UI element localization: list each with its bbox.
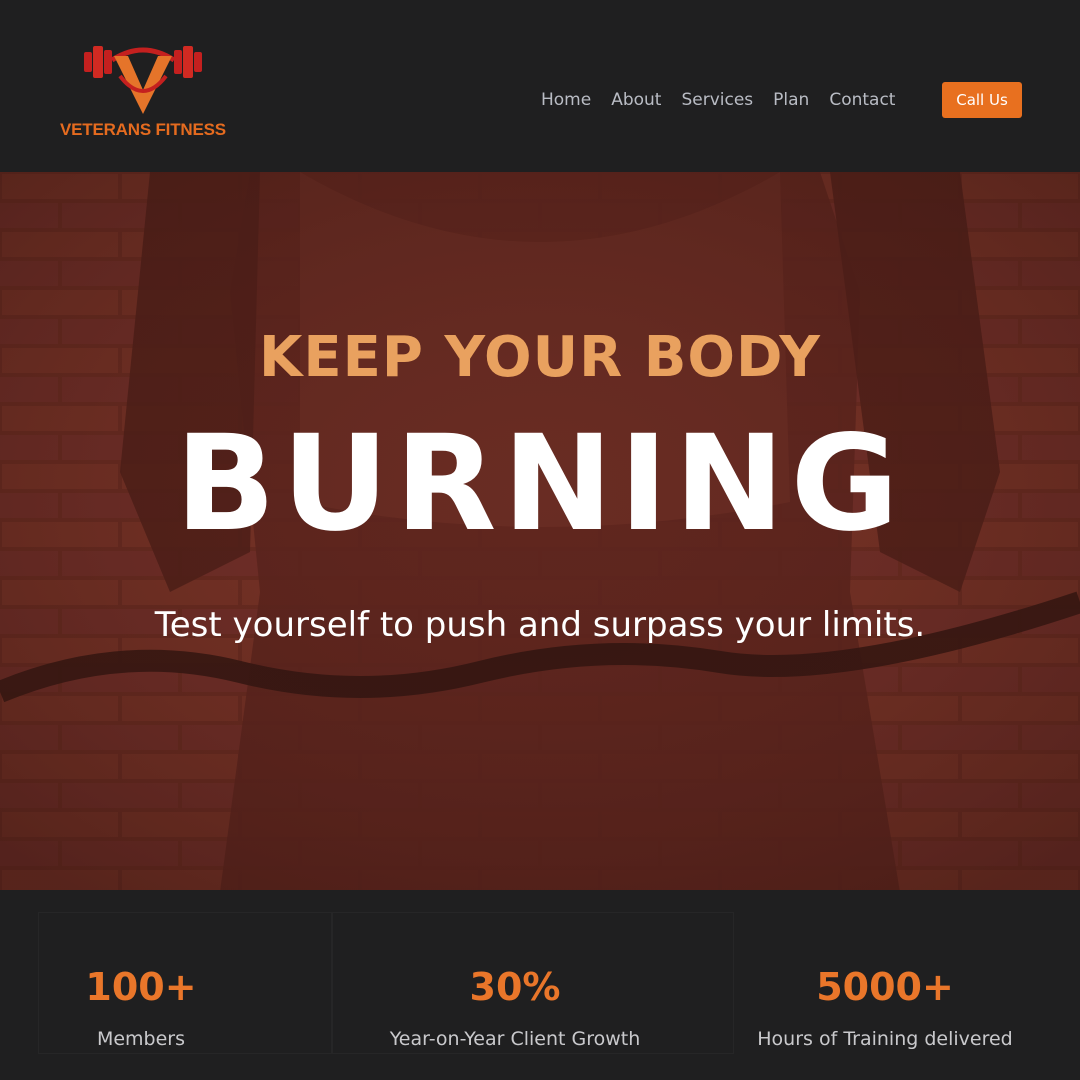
stat-members: 100+ Members — [40, 912, 242, 1060]
nav-services[interactable]: Services — [681, 90, 753, 110]
stat-label: Year-on-Year Client Growth — [389, 1028, 641, 1050]
nav-home[interactable]: Home — [541, 90, 591, 110]
stat-training-hours: 5000+ Hours of Training delivered — [735, 912, 1035, 1060]
stat-value: 30% — [469, 965, 561, 1009]
brand-logo[interactable]: VETERANS FITNESS — [58, 36, 238, 146]
stats-section: 100+ Members 30% Year-on-Year Client Gro… — [0, 890, 1080, 1080]
brand-name: VETERANS FITNESS — [60, 120, 226, 139]
hero-section: KEEP YOUR BODY BURNING Test yourself to … — [0, 172, 1080, 890]
stat-label: Hours of Training delivered — [757, 1028, 1013, 1050]
nav-plan[interactable]: Plan — [773, 90, 809, 110]
nav-about[interactable]: About — [611, 90, 661, 110]
site-header: VETERANS FITNESS Home About Services Pla… — [0, 0, 1080, 172]
stat-value: 100+ — [85, 965, 197, 1009]
stat-label: Members — [96, 1028, 186, 1050]
barbell-v-icon — [84, 46, 202, 114]
hero-kicker: KEEP YOUR BODY — [259, 325, 821, 390]
hero-subtitle: Test yourself to push and surpass your l… — [154, 605, 926, 645]
hero-title: BURNING — [175, 407, 905, 561]
call-us-button[interactable]: Call Us — [942, 82, 1022, 118]
main-nav: Home About Services Plan Contact — [541, 82, 915, 118]
stat-value: 5000+ — [816, 965, 954, 1009]
nav-contact[interactable]: Contact — [829, 90, 895, 110]
stat-growth: 30% Year-on-Year Client Growth — [365, 912, 665, 1060]
